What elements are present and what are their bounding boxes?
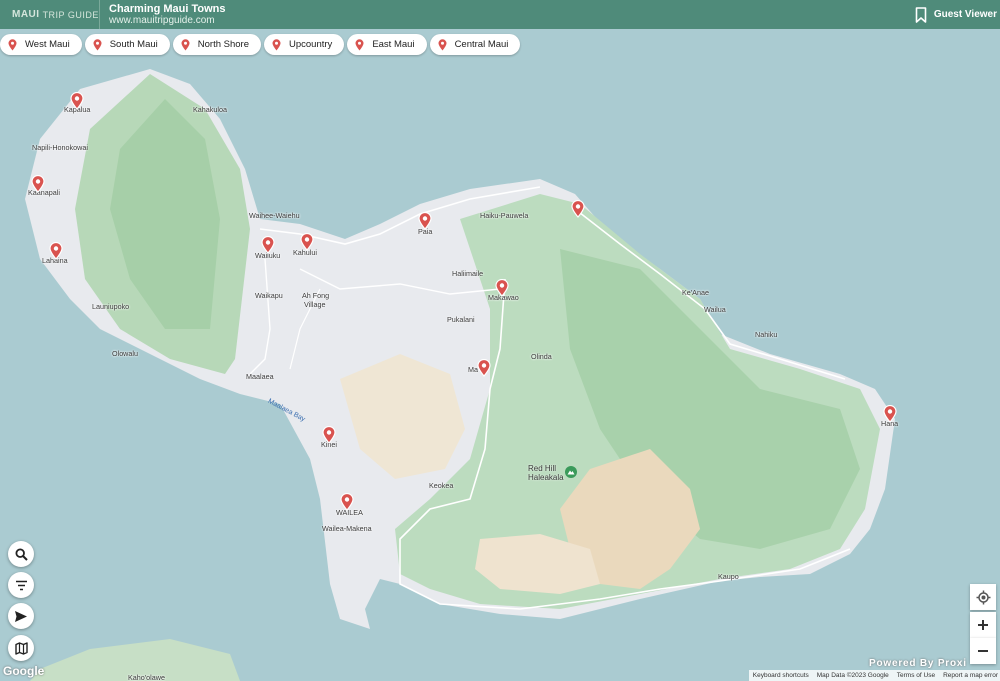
map-graphic xyxy=(25,69,895,681)
town-label: Ke'Anae xyxy=(682,288,709,297)
directions-button[interactable] xyxy=(8,603,34,629)
filter-chip-west-maui[interactable]: West Maui xyxy=(0,34,82,55)
map-pin-icon[interactable] xyxy=(49,242,63,260)
map-pin-icon[interactable] xyxy=(322,426,336,444)
town-label: Haiku-Pauwela xyxy=(480,211,529,220)
peak-label: Red Hill Haleakala xyxy=(528,464,564,482)
map-pin-icon[interactable] xyxy=(477,359,491,377)
keyboard-shortcuts-link[interactable]: Keyboard shortcuts xyxy=(753,672,809,679)
town-label: Waikapu xyxy=(255,291,283,300)
map-pin-icon xyxy=(181,38,190,50)
zoom-out-button[interactable] xyxy=(970,638,996,664)
town-label: Ah Fong xyxy=(302,291,330,300)
plus-icon xyxy=(978,620,988,630)
town-label: Kaupo xyxy=(718,572,739,581)
zoom-in-button[interactable] xyxy=(970,612,996,638)
title-block: Charming Maui Towns www.mauitripguide.co… xyxy=(100,3,226,27)
minus-icon xyxy=(978,650,988,652)
filter-chip-south-maui[interactable]: South Maui xyxy=(84,34,170,55)
map-pin-icon xyxy=(355,38,364,50)
report-error-link[interactable]: Report a map error xyxy=(943,672,998,679)
filter-chip-central-maui[interactable]: Central Maui xyxy=(429,34,521,55)
map-pin-icon[interactable] xyxy=(495,279,509,297)
map-pin-icon[interactable] xyxy=(31,175,45,193)
terms-link[interactable]: Terms of Use xyxy=(897,672,935,679)
map-pin-icon xyxy=(438,38,447,50)
town-label: Wailua xyxy=(704,305,726,314)
map-pin-icon xyxy=(93,38,102,50)
filter-button[interactable] xyxy=(8,572,34,598)
site-url: www.mauitripguide.com xyxy=(109,14,215,26)
page-title: Charming Maui Towns xyxy=(109,2,226,15)
map-attribution: Keyboard shortcuts Map Data ©2023 Google… xyxy=(748,670,1000,681)
brand-logo[interactable]: MAUI TRIP GUIDE xyxy=(0,0,100,29)
map-pin-icon[interactable] xyxy=(70,92,84,110)
town-label: Haliimaile xyxy=(452,269,484,278)
map-pin-icon[interactable] xyxy=(340,493,354,511)
send-icon xyxy=(15,610,27,622)
town-label: Wailea-Makena xyxy=(322,524,372,533)
map-pin-icon[interactable] xyxy=(883,405,897,423)
powered-by-label: Powered By Proxi xyxy=(869,658,967,669)
filter-chip-upcountry[interactable]: Upcountry xyxy=(264,34,345,55)
town-label: Napili-Honokowai xyxy=(32,143,88,152)
map-pin-icon[interactable] xyxy=(300,233,314,251)
guest-viewer-label: Guest Viewer xyxy=(933,9,997,20)
town-label: Village xyxy=(304,300,326,309)
town-label: Keokea xyxy=(429,481,454,490)
google-logo: Google xyxy=(3,664,45,678)
town-label: Waihee-Waiehu xyxy=(249,211,300,220)
map-icon xyxy=(14,641,28,655)
crosshair-icon xyxy=(976,590,990,604)
map-pin-icon xyxy=(8,38,17,50)
search-button[interactable] xyxy=(8,541,34,567)
town-label: Olowalu xyxy=(112,349,138,358)
map-layers-button[interactable] xyxy=(8,635,34,661)
filter-chip-north-shore[interactable]: North Shore xyxy=(172,34,261,55)
bookmark-icon xyxy=(915,6,927,23)
map-pin-icon[interactable] xyxy=(261,236,275,254)
town-label: Kahakuloa xyxy=(193,105,227,114)
town-label: Launiupoko xyxy=(92,302,130,311)
my-location-button[interactable] xyxy=(970,584,996,610)
map-pin-icon[interactable] xyxy=(418,212,432,230)
filter-icon xyxy=(15,580,27,590)
map-pin-icon[interactable] xyxy=(571,200,585,218)
town-label: Maalaea xyxy=(246,372,274,381)
guest-viewer-button[interactable]: Guest Viewer xyxy=(915,0,1000,29)
town-label: Pukalani xyxy=(447,315,475,324)
filter-chip-east-maui[interactable]: East Maui xyxy=(347,34,427,55)
town-label: Kaho'olawe xyxy=(128,673,165,681)
map-canvas[interactable]: Kapalua Kahakuloa Napili-Honokowai Kaana… xyxy=(0,29,1000,681)
map-data-label: Map Data ©2023 Google xyxy=(816,672,889,679)
town-label: Nahiku xyxy=(755,330,778,339)
search-icon xyxy=(14,547,28,561)
map-pin-icon xyxy=(272,38,281,50)
app-header: MAUI TRIP GUIDE Charming Maui Towns www.… xyxy=(0,0,1000,29)
town-label: Olinda xyxy=(531,352,552,361)
mountain-icon[interactable] xyxy=(565,466,577,478)
region-filter-bar: West Maui South Maui North Shore Upcount… xyxy=(0,34,521,55)
